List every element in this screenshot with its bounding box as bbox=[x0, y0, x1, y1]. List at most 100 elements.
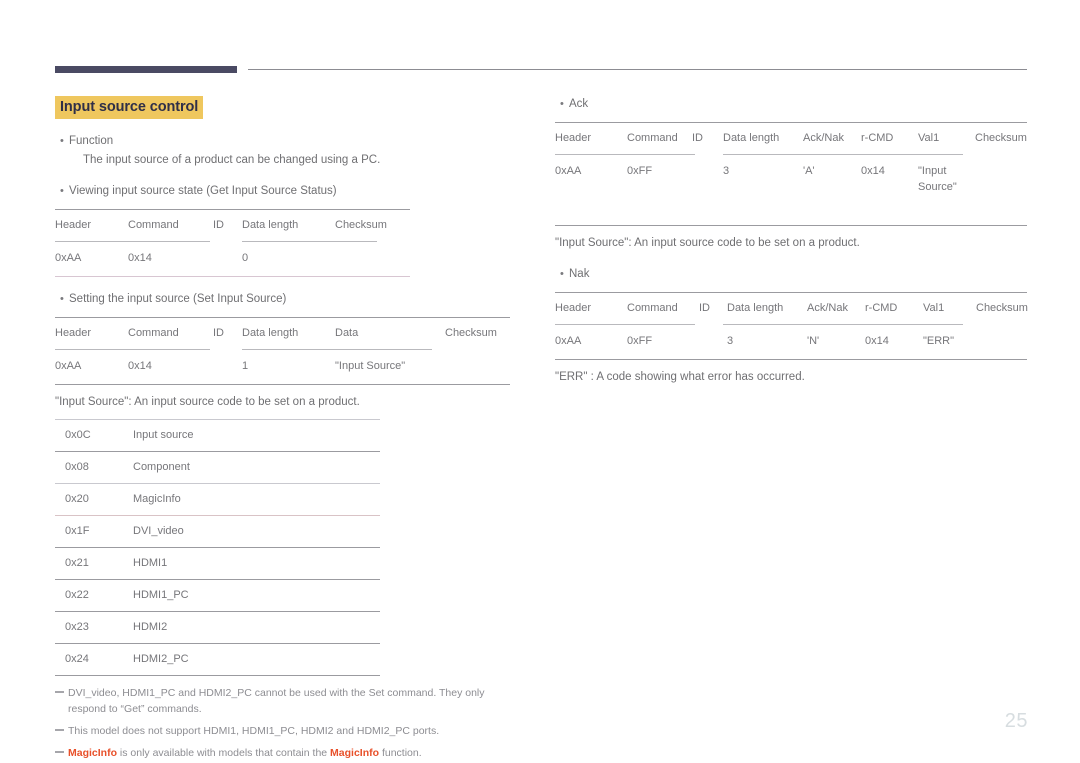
cell-command: 0x14 bbox=[128, 360, 152, 372]
input-source-caption: "Input Source": An input source code to … bbox=[55, 396, 360, 408]
magicinfo-keyword: MagicInfo bbox=[330, 747, 380, 759]
column-header-ack-nak: Ack/Nak bbox=[807, 302, 848, 314]
code-label: MagicInfo bbox=[133, 493, 181, 505]
table-rule-bottom bbox=[555, 225, 1027, 226]
cell-header: 0xAA bbox=[55, 252, 82, 264]
code-value: 0x21 bbox=[65, 557, 89, 569]
function-bullet-row: • Function bbox=[55, 133, 515, 150]
column-header-checksum: Checksum bbox=[445, 327, 497, 339]
set-source-bullet-row: • Setting the input source (Set Input So… bbox=[55, 291, 515, 308]
page-number: 25 bbox=[1004, 710, 1028, 732]
column-header-checksum: Checksum bbox=[335, 219, 387, 231]
cell-checksum bbox=[975, 163, 1027, 195]
column-header-r-cmd: r-CMD bbox=[865, 302, 898, 314]
code-label: HDMI1 bbox=[133, 557, 168, 569]
cell-id bbox=[213, 250, 242, 266]
table-data-row: 0xAA 0x14 1 "Input Source" bbox=[55, 350, 510, 384]
footnote-text: This model does not support HDMI1, HDMI1… bbox=[68, 725, 440, 737]
cell-val1: "Input Source" bbox=[918, 165, 957, 193]
nak-label: Nak bbox=[569, 268, 590, 280]
right-column: • Ack Header Command ID Data length Ack/… bbox=[555, 96, 1028, 386]
cell-header: 0xAA bbox=[555, 335, 582, 347]
cell-r-cmd: 0x14 bbox=[865, 335, 889, 347]
table-row: 0x1F DVI_video bbox=[55, 516, 380, 547]
cell-ack-nak: 'A' bbox=[803, 165, 815, 177]
code-value: 0x1F bbox=[65, 525, 90, 537]
cell-data-length: 3 bbox=[723, 165, 730, 177]
cell-r-cmd: 0x14 bbox=[861, 165, 885, 177]
footnote-text-magicinfo: MagicInfo is only available with models … bbox=[68, 745, 525, 761]
footnote-dash-icon bbox=[55, 685, 68, 693]
column-header-header: Header bbox=[55, 219, 92, 231]
column-header-val1: Val1 bbox=[923, 302, 945, 314]
code-label: HDMI2 bbox=[133, 621, 168, 633]
magicinfo-end-text: function. bbox=[379, 747, 422, 759]
cell-command: 0xFF bbox=[627, 165, 653, 177]
column-header-header: Header bbox=[555, 302, 592, 314]
table-partial-rules bbox=[555, 154, 1027, 155]
footnote-row-magicinfo: MagicInfo is only available with models … bbox=[55, 745, 525, 761]
get-status-table: Header Command ID Data length Checksum 0… bbox=[55, 209, 410, 277]
column-header-header: Header bbox=[555, 132, 592, 144]
table-row: 0x08 Component bbox=[55, 452, 380, 483]
table-data-row: 0xAA 0xFF 3 'A' 0x14 "Input Source" bbox=[555, 155, 1027, 225]
get-status-bullet-row: • Viewing input source state (Get Input … bbox=[55, 183, 515, 200]
code-label: HDMI1_PC bbox=[133, 589, 189, 601]
bullet-icon: • bbox=[60, 185, 64, 197]
footnote-row: This model does not support HDMI1, HDMI1… bbox=[55, 723, 525, 739]
code-label: Input source bbox=[133, 429, 194, 441]
column-header-data-length: Data length bbox=[242, 327, 299, 339]
code-value: 0x20 bbox=[65, 493, 89, 505]
magicinfo-mid-text: is only available with models that conta… bbox=[117, 747, 331, 759]
input-source-code-table: 0x0C Input source 0x08 Component 0x20 Ma… bbox=[55, 419, 380, 676]
table-row: 0x21 HDMI1 bbox=[55, 548, 380, 579]
table-rule-bottom bbox=[55, 384, 510, 385]
footnote-dash-icon bbox=[55, 745, 68, 753]
column-header-data: Data bbox=[335, 327, 359, 339]
nak-table: Header Command ID Data length Ack/Nak r-… bbox=[555, 292, 1028, 360]
table-rule-bottom bbox=[555, 359, 1027, 360]
column-header-ack-nak: Ack/Nak bbox=[803, 132, 844, 144]
function-label: Function bbox=[69, 135, 114, 147]
function-description: The input source of a product can be cha… bbox=[83, 154, 381, 166]
get-status-label: Viewing input source state (Get Input So… bbox=[69, 185, 337, 197]
ack-bullet-row: • Ack bbox=[555, 96, 1027, 113]
footnote-text: DVI_video, HDMI1_PC and HDMI2_PC cannot … bbox=[68, 687, 485, 715]
cell-checksum bbox=[976, 333, 1027, 349]
code-value: 0x0C bbox=[65, 429, 91, 441]
cell-command: 0xFF bbox=[627, 335, 653, 347]
table-header-row: Header Command ID Data length Data Check… bbox=[55, 318, 510, 349]
cell-data-length: 3 bbox=[727, 335, 734, 347]
table-row: 0x0C Input source bbox=[55, 420, 380, 451]
cell-val1: "ERR" bbox=[923, 335, 955, 347]
column-header-command: Command bbox=[128, 327, 179, 339]
column-header-id: ID bbox=[692, 132, 703, 144]
column-header-checksum: Checksum bbox=[976, 302, 1028, 314]
page-header-rules bbox=[0, 0, 1080, 90]
column-header-data-length: Data length bbox=[242, 219, 299, 231]
footnotes: DVI_video, HDMI1_PC and HDMI2_PC cannot … bbox=[55, 685, 525, 761]
table-header-row: Header Command ID Data length Ack/Nak r-… bbox=[555, 293, 1028, 324]
ack-label: Ack bbox=[569, 98, 589, 110]
bullet-icon: • bbox=[560, 98, 564, 110]
table-rule-bottom bbox=[55, 276, 410, 277]
cell-checksum bbox=[335, 250, 410, 266]
bullet-icon: • bbox=[560, 268, 564, 280]
magicinfo-keyword: MagicInfo bbox=[68, 747, 117, 759]
footnote-dash-icon bbox=[55, 723, 68, 731]
code-label: Component bbox=[133, 461, 190, 473]
table-partial-rules bbox=[55, 349, 510, 350]
page-title: Input source control bbox=[55, 96, 204, 119]
nak-bullet-row: • Nak bbox=[555, 266, 1027, 283]
ack-caption: "Input Source": An input source code to … bbox=[555, 237, 860, 249]
cell-command: 0x14 bbox=[128, 252, 152, 264]
table-header-row: Header Command ID Data length Ack/Nak r-… bbox=[555, 123, 1027, 154]
set-source-table: Header Command ID Data length Data Check… bbox=[55, 317, 510, 385]
table-data-row: 0xAA 0x14 0 bbox=[55, 242, 410, 276]
header-accent-bar bbox=[55, 66, 237, 73]
code-value: 0x24 bbox=[65, 653, 89, 665]
table-row: 0x20 MagicInfo bbox=[55, 484, 380, 515]
cell-id bbox=[699, 333, 727, 349]
column-header-command: Command bbox=[627, 302, 678, 314]
ack-table: Header Command ID Data length Ack/Nak r-… bbox=[555, 122, 1027, 226]
